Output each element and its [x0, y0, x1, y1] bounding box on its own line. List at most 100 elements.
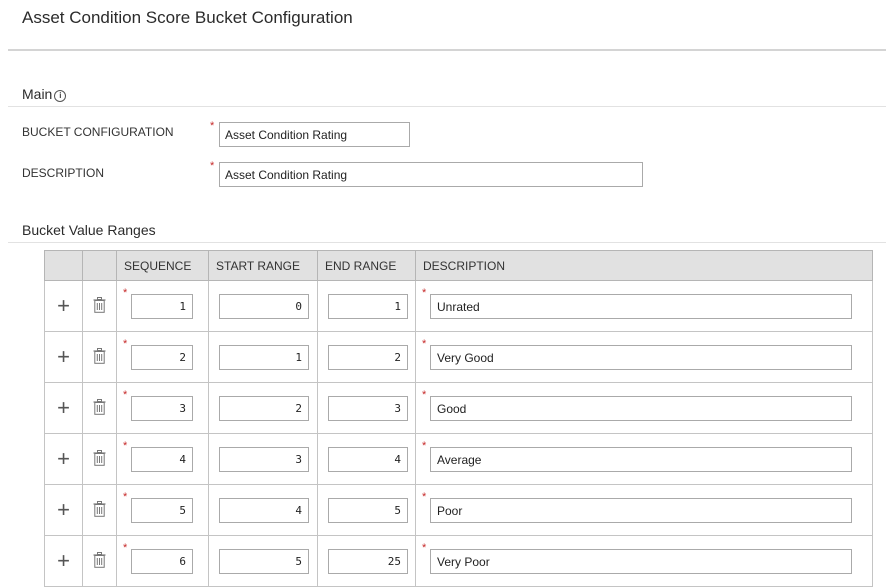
- ranges-section-divider: [8, 242, 886, 243]
- sequence-cell: *: [116, 484, 209, 536]
- required-marker: *: [422, 440, 427, 452]
- end-range-input[interactable]: [328, 447, 408, 472]
- end-range-cell: [317, 280, 416, 332]
- delete-row-cell: [82, 280, 117, 332]
- table-row: + * *: [44, 535, 873, 587]
- main-section-divider: [8, 106, 886, 107]
- table-row: + * *: [44, 280, 873, 332]
- table-row: + * *: [44, 484, 873, 536]
- sequence-cell: *: [116, 331, 209, 383]
- start-range-input[interactable]: [219, 345, 309, 370]
- description-label: DESCRIPTION: [22, 166, 105, 180]
- bucket-configuration-label: BUCKET CONFIGURATION: [22, 125, 174, 139]
- add-row-cell: +: [44, 433, 83, 485]
- table-row: + * *: [44, 433, 873, 485]
- end-range-input[interactable]: [328, 345, 408, 370]
- trash-icon[interactable]: [93, 449, 106, 469]
- sequence-cell: *: [116, 535, 209, 587]
- description-input[interactable]: [219, 162, 643, 187]
- sequence-input[interactable]: [131, 345, 193, 370]
- column-header-delete: [82, 250, 117, 281]
- start-range-cell: [208, 382, 318, 434]
- add-row-cell: +: [44, 382, 83, 434]
- start-range-cell: [208, 433, 318, 485]
- required-marker: *: [123, 491, 128, 503]
- end-range-cell: [317, 535, 416, 587]
- column-header-add: [44, 250, 83, 281]
- row-description-input[interactable]: [430, 498, 852, 523]
- required-marker: *: [422, 338, 427, 350]
- end-range-input[interactable]: [328, 549, 408, 574]
- sequence-input[interactable]: [131, 447, 193, 472]
- row-description-input[interactable]: [430, 345, 852, 370]
- plus-icon[interactable]: +: [57, 497, 70, 522]
- end-range-cell: [317, 331, 416, 383]
- info-icon[interactable]: i: [54, 90, 67, 102]
- plus-icon[interactable]: +: [57, 548, 70, 573]
- sequence-cell: *: [116, 382, 209, 434]
- trash-icon[interactable]: [93, 500, 106, 520]
- plus-icon[interactable]: +: [57, 344, 70, 369]
- end-range-input[interactable]: [328, 294, 408, 319]
- column-header-description: DESCRIPTION: [415, 250, 873, 281]
- description-cell: *: [415, 280, 873, 332]
- add-row-cell: +: [44, 331, 83, 383]
- delete-row-cell: [82, 331, 117, 383]
- trash-icon[interactable]: [93, 551, 106, 571]
- page-title: Asset Condition Score Bucket Configurati…: [22, 8, 353, 27]
- delete-row-cell: [82, 484, 117, 536]
- table-row: + * *: [44, 382, 873, 434]
- start-range-cell: [208, 535, 318, 587]
- row-description-input[interactable]: [430, 396, 852, 421]
- start-range-cell: [208, 484, 318, 536]
- start-range-input[interactable]: [219, 294, 309, 319]
- add-row-cell: +: [44, 484, 83, 536]
- grid-header-row: SEQUENCE START RANGE END RANGE DESCRIPTI…: [44, 250, 873, 281]
- plus-icon[interactable]: +: [57, 446, 70, 471]
- end-range-cell: [317, 382, 416, 434]
- sequence-input[interactable]: [131, 549, 193, 574]
- sequence-input[interactable]: [131, 498, 193, 523]
- bucket-ranges-grid: SEQUENCE START RANGE END RANGE DESCRIPTI…: [44, 250, 873, 587]
- row-description-input[interactable]: [430, 447, 852, 472]
- required-marker: *: [123, 440, 128, 452]
- required-marker: *: [422, 542, 427, 554]
- delete-row-cell: [82, 382, 117, 434]
- add-row-cell: +: [44, 535, 83, 587]
- required-marker: *: [422, 491, 427, 503]
- start-range-input[interactable]: [219, 447, 309, 472]
- add-row-cell: +: [44, 280, 83, 332]
- start-range-cell: [208, 331, 318, 383]
- required-marker: *: [123, 389, 128, 401]
- plus-icon[interactable]: +: [57, 293, 70, 318]
- description-cell: *: [415, 433, 873, 485]
- trash-icon[interactable]: [93, 347, 106, 367]
- column-header-end-range: END RANGE: [317, 250, 416, 281]
- end-range-cell: [317, 484, 416, 536]
- delete-row-cell: [82, 433, 117, 485]
- plus-icon[interactable]: +: [57, 395, 70, 420]
- delete-row-cell: [82, 535, 117, 587]
- sequence-input[interactable]: [131, 396, 193, 421]
- sequence-cell: *: [116, 433, 209, 485]
- row-description-input[interactable]: [430, 294, 852, 319]
- column-header-start-range: START RANGE: [208, 250, 318, 281]
- start-range-input[interactable]: [219, 549, 309, 574]
- title-divider: [8, 49, 886, 51]
- start-range-input[interactable]: [219, 498, 309, 523]
- description-cell: *: [415, 331, 873, 383]
- end-range-input[interactable]: [328, 498, 408, 523]
- required-marker: *: [210, 160, 215, 172]
- table-row: + * *: [44, 331, 873, 383]
- start-range-input[interactable]: [219, 396, 309, 421]
- column-header-sequence: SEQUENCE: [116, 250, 209, 281]
- bucket-configuration-input[interactable]: [219, 122, 410, 147]
- ranges-section-heading: Bucket Value Ranges: [22, 222, 156, 238]
- trash-icon[interactable]: [93, 398, 106, 418]
- required-marker: *: [422, 287, 427, 299]
- trash-icon[interactable]: [93, 296, 106, 316]
- main-section-heading: Main i: [22, 86, 67, 102]
- row-description-input[interactable]: [430, 549, 852, 574]
- end-range-input[interactable]: [328, 396, 408, 421]
- sequence-input[interactable]: [131, 294, 193, 319]
